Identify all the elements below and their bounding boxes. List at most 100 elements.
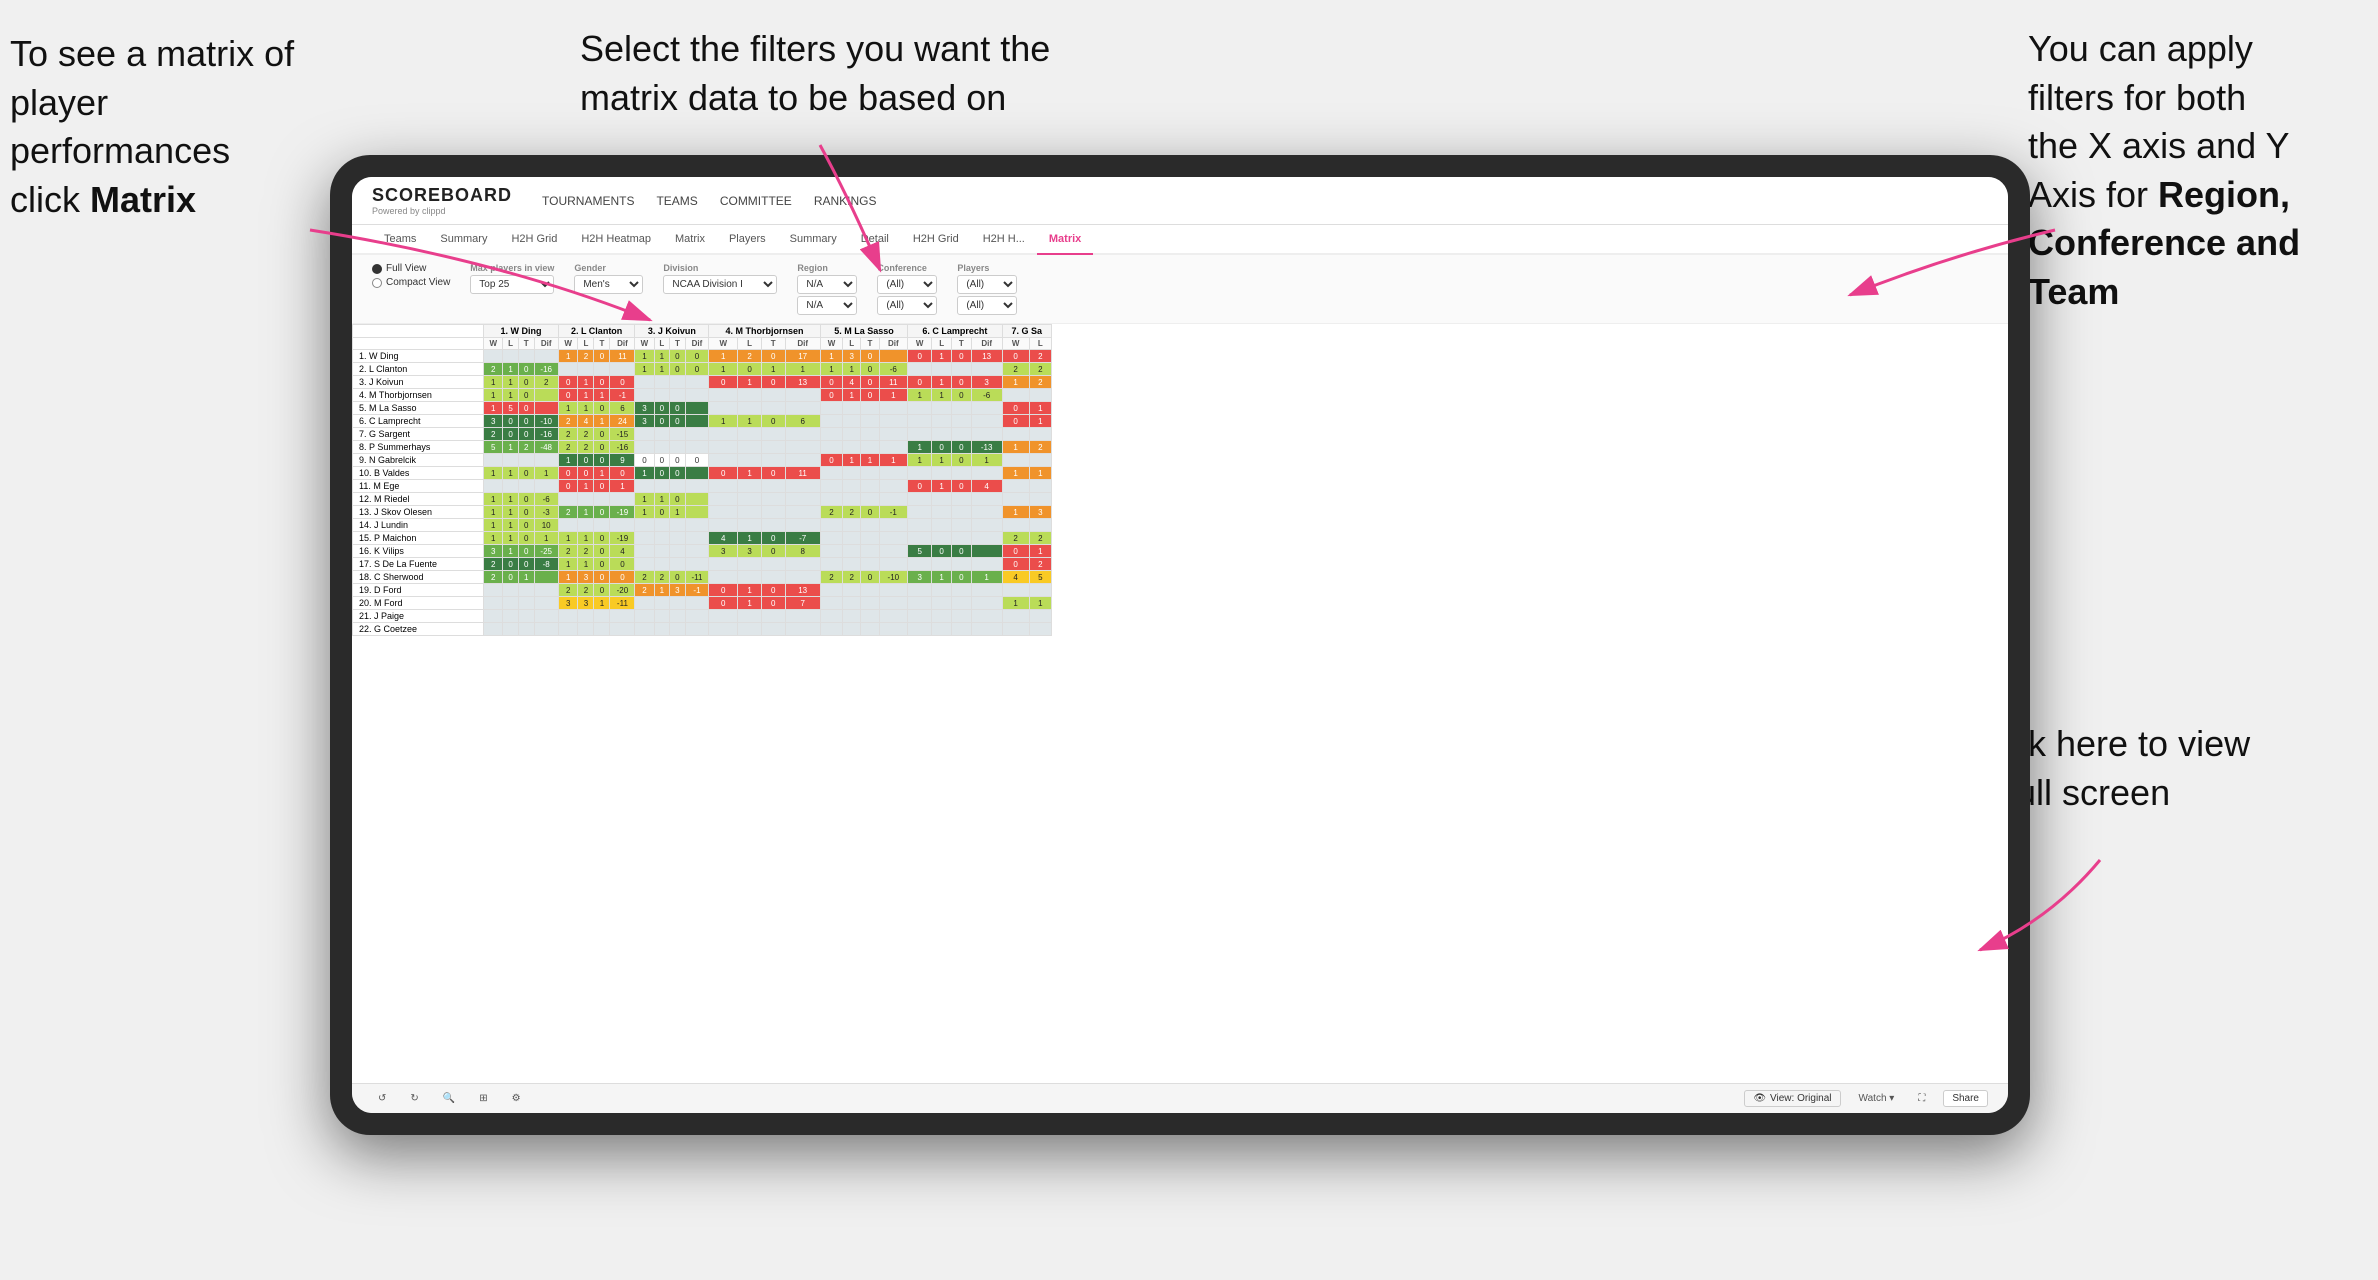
- matrix-cell: [1002, 480, 1029, 493]
- screen-btn[interactable]: ⛶: [1912, 1091, 1931, 1106]
- tab-h2h-heatmap[interactable]: H2H Heatmap: [569, 225, 663, 255]
- matrix-cell: [1002, 454, 1029, 467]
- annotation-top-left: To see a matrix of player performances c…: [10, 30, 330, 224]
- tab-detail[interactable]: Detail: [849, 225, 901, 255]
- matrix-cell: 2: [1029, 363, 1051, 376]
- matrix-cell: [820, 402, 842, 415]
- matrix-cell: 0: [709, 584, 738, 597]
- region-select-1[interactable]: N/A: [797, 275, 857, 294]
- reset-btn[interactable]: ⊞: [473, 1091, 493, 1106]
- matrix-content[interactable]: 1. W Ding 2. L Clanton 3. J Koivun 4. M …: [352, 324, 2008, 1083]
- col-header-3: 3. J Koivun: [635, 325, 709, 338]
- matrix-cell: [785, 428, 820, 441]
- tab-matrix-main[interactable]: Matrix: [663, 225, 717, 255]
- matrix-cell: [518, 454, 534, 467]
- matrix-cell: 2: [578, 428, 594, 441]
- compact-view-option[interactable]: Compact View: [372, 277, 450, 288]
- matrix-cell: 1: [503, 519, 519, 532]
- matrix-cell: 2: [820, 571, 842, 584]
- matrix-cell: 0: [594, 532, 610, 545]
- player-name-cell: 4. M Thorbjornsen: [353, 389, 484, 402]
- screen-inner: SCOREBOARD Powered by clippd TOURNAMENTS…: [352, 177, 2008, 1113]
- watch-btn[interactable]: Watch ▾: [1853, 1091, 1901, 1106]
- matrix-cell: 0: [861, 571, 879, 584]
- matrix-cell: [971, 532, 1002, 545]
- tab-h2h-grid[interactable]: H2H Grid: [499, 225, 569, 255]
- conference-select-2[interactable]: (All): [877, 296, 937, 315]
- matrix-cell: [879, 558, 908, 571]
- tab-summary[interactable]: Summary: [428, 225, 499, 255]
- nav-rankings[interactable]: RANKINGS: [814, 190, 877, 212]
- matrix-cell: -20: [610, 584, 635, 597]
- matrix-cell: [861, 519, 879, 532]
- matrix-cell: [971, 402, 1002, 415]
- matrix-cell: [670, 441, 686, 454]
- matrix-cell: -10: [534, 415, 558, 428]
- matrix-cell: 2: [578, 350, 594, 363]
- matrix-cell: [785, 519, 820, 532]
- matrix-cell: [1029, 389, 1051, 402]
- full-view-option[interactable]: Full View: [372, 263, 450, 274]
- region-select-2[interactable]: N/A: [797, 296, 857, 315]
- sh-t5: T: [861, 338, 879, 350]
- matrix-cell: [820, 428, 842, 441]
- matrix-cell: 0: [670, 402, 686, 415]
- matrix-cell: [670, 610, 686, 623]
- matrix-cell: [558, 623, 578, 636]
- matrix-cell: [1029, 610, 1051, 623]
- player-name-cell: 3. J Koivun: [353, 376, 484, 389]
- matrix-cell: [709, 428, 738, 441]
- undo-btn[interactable]: ↺: [372, 1091, 392, 1106]
- tab-matrix-active[interactable]: Matrix: [1037, 225, 1093, 255]
- matrix-cell: 1: [503, 441, 519, 454]
- matrix-cell: [558, 519, 578, 532]
- matrix-cell: 1: [654, 350, 670, 363]
- table-row: 20. M Ford331-11010711: [353, 597, 1052, 610]
- zoom-in-btn[interactable]: 🔍: [437, 1091, 461, 1106]
- matrix-cell: 3: [971, 376, 1002, 389]
- matrix-cell: 1: [1029, 467, 1051, 480]
- matrix-cell: 1: [820, 363, 842, 376]
- tab-summary2[interactable]: Summary: [778, 225, 849, 255]
- matrix-cell: 0: [558, 467, 578, 480]
- matrix-cell: 1: [738, 376, 762, 389]
- settings-btn[interactable]: ⚙: [506, 1091, 527, 1106]
- matrix-cell: [709, 493, 738, 506]
- matrix-cell: 1: [635, 350, 654, 363]
- matrix-cell: 3: [738, 545, 762, 558]
- conference-multi: (All) (All): [877, 275, 937, 315]
- share-btn[interactable]: Share: [1943, 1090, 1988, 1107]
- tab-teams[interactable]: Teams: [372, 225, 428, 255]
- nav-teams[interactable]: TEAMS: [656, 190, 697, 212]
- matrix-cell: 1: [843, 454, 861, 467]
- matrix-cell: [654, 428, 670, 441]
- tab-h2h-grid2[interactable]: H2H Grid: [901, 225, 971, 255]
- players-select-1[interactable]: (All): [957, 275, 1017, 294]
- matrix-cell: -10: [879, 571, 908, 584]
- gender-select[interactable]: Men's: [574, 275, 643, 294]
- players-select-2[interactable]: (All): [957, 296, 1017, 315]
- matrix-cell: [952, 623, 972, 636]
- matrix-cell: 0: [594, 376, 610, 389]
- matrix-cell: [843, 610, 861, 623]
- matrix-cell: 1: [709, 363, 738, 376]
- matrix-cell: [932, 597, 952, 610]
- matrix-cell: [670, 558, 686, 571]
- matrix-cell: 2: [1002, 363, 1029, 376]
- tab-players[interactable]: Players: [717, 225, 778, 255]
- max-players-select[interactable]: Top 25: [470, 275, 554, 294]
- matrix-cell: [952, 506, 972, 519]
- table-row: 19. D Ford220-20213-101013: [353, 584, 1052, 597]
- nav-tournaments[interactable]: TOURNAMENTS: [542, 190, 634, 212]
- nav-committee[interactable]: COMMITTEE: [720, 190, 792, 212]
- division-select[interactable]: NCAA Division I: [663, 275, 777, 294]
- redo-btn[interactable]: ↻: [404, 1091, 424, 1106]
- matrix-cell: [738, 623, 762, 636]
- matrix-cell: 6: [785, 415, 820, 428]
- player-name-cell: 10. B Valdes: [353, 467, 484, 480]
- tab-h2h-h[interactable]: H2H H...: [971, 225, 1037, 255]
- matrix-cell: 3: [578, 597, 594, 610]
- conference-select-1[interactable]: (All): [877, 275, 937, 294]
- matrix-cell: [932, 558, 952, 571]
- view-original-btn[interactable]: 👁 View: Original: [1744, 1090, 1840, 1107]
